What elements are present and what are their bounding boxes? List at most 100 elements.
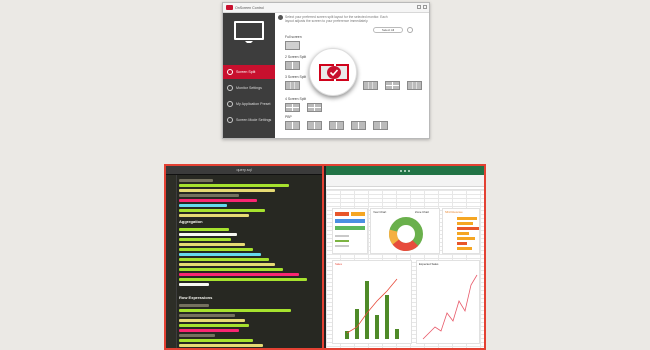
hbar	[457, 222, 473, 225]
filter-chip[interactable]	[351, 212, 365, 216]
monitor-icon	[234, 21, 264, 40]
split-icon	[227, 69, 233, 75]
editor-title: query.sql	[166, 166, 322, 175]
sidebar-item-label: My Application Preset	[236, 102, 271, 106]
hbar	[457, 237, 475, 240]
code-line	[179, 253, 261, 256]
code-line	[179, 214, 249, 217]
code-line	[179, 304, 209, 307]
code-editor-pane[interactable]: query.sql Aggregation Row Expressions	[166, 166, 324, 348]
code-line	[179, 204, 227, 207]
layout-pbp-a[interactable]	[285, 121, 300, 130]
title-bar: OnScreen Control	[223, 3, 429, 13]
filter-card	[332, 208, 368, 254]
filter-row	[335, 240, 349, 242]
filter-chip[interactable]	[335, 226, 365, 230]
sidebar-item-label: Screen Split	[236, 70, 256, 74]
code-line	[179, 273, 299, 276]
card-title-sku: SKU Revenue	[445, 210, 463, 214]
sku-card: SKU Revenue	[442, 208, 480, 254]
card-title-zone: Zone Chart	[415, 210, 429, 214]
donut-center-label: Rate	[402, 232, 409, 236]
code-line	[179, 238, 231, 241]
code-line	[179, 263, 275, 266]
layout-three-split-c[interactable]	[385, 81, 400, 90]
spreadsheet-ribbon[interactable]	[326, 175, 484, 187]
code-line	[179, 309, 291, 312]
card-title-year: Year Chart	[373, 210, 387, 214]
select-all-button[interactable]: Select All	[373, 27, 403, 33]
sales-chart-card: Sales	[332, 260, 412, 344]
editor-heading-row-expressions: Row Expressions	[179, 295, 213, 300]
info-text: Select your preferred screen split layou…	[285, 15, 388, 24]
hbar	[457, 232, 469, 235]
layout-four-split-a[interactable]	[285, 103, 300, 112]
editor-body[interactable]: Aggregation Row Expressions	[166, 175, 322, 348]
sidebar-item-screen-mode[interactable]: Screen Mode Settings	[223, 113, 275, 127]
sidebar: Screen Split Monitor Settings My Applica…	[223, 13, 275, 138]
layout-pbp-d[interactable]	[351, 121, 366, 130]
layout-pbp-c[interactable]	[329, 121, 344, 130]
code-line	[179, 339, 253, 342]
code-line	[179, 319, 245, 322]
layout-pbp-b[interactable]	[307, 121, 322, 130]
code-line	[179, 233, 237, 236]
layout-four-split-b[interactable]	[307, 103, 322, 112]
hbar	[457, 227, 479, 230]
layout-three-split-b[interactable]	[363, 81, 378, 90]
window-controls	[417, 5, 427, 9]
sidebar-item-monitor-settings[interactable]: Monitor Settings	[223, 81, 275, 95]
layout-two-split-a[interactable]	[285, 61, 300, 70]
layout-full[interactable]	[285, 41, 300, 50]
code-line	[179, 283, 209, 286]
code-line	[179, 278, 307, 281]
code-line	[179, 344, 263, 347]
section-full-screen: Full screen	[285, 35, 302, 39]
code-line	[179, 248, 253, 251]
sidebar-item-label: Screen Mode Settings	[236, 118, 272, 122]
preset-icon	[227, 101, 233, 107]
settings-icon	[227, 85, 233, 91]
editor-heading-aggregation: Aggregation	[179, 219, 203, 224]
filter-chip[interactable]	[335, 219, 365, 223]
code-line	[179, 189, 275, 192]
section-pbp: PBP	[285, 115, 292, 119]
code-line	[179, 194, 239, 197]
code-line	[179, 314, 235, 317]
line-gutter	[166, 175, 177, 348]
code-line	[179, 243, 245, 246]
sidebar-item-screen-split[interactable]: Screen Split	[223, 65, 275, 79]
magnifier-callout	[309, 48, 357, 96]
filter-row	[335, 235, 349, 237]
section-four-split: 4 Screen Split	[285, 97, 307, 101]
code-line	[179, 258, 269, 261]
spreadsheet-pane[interactable]: Year Chart Zone Chart Rate SKU Revenue S…	[326, 166, 484, 348]
info-icon	[278, 15, 283, 20]
hbar	[457, 217, 477, 220]
code-line	[179, 268, 283, 271]
code-line	[179, 184, 289, 187]
monitor-stand-icon	[245, 41, 253, 46]
code-line	[179, 329, 239, 332]
option-button[interactable]	[407, 27, 413, 33]
checkmark-icon	[327, 66, 341, 79]
layout-pbp-e[interactable]	[373, 121, 388, 130]
split-screen-preview: query.sql Aggregation Row Expressions Ye…	[164, 164, 486, 350]
lg-logo-icon	[226, 5, 233, 10]
filter-chip[interactable]	[335, 212, 349, 216]
layout-three-split-a[interactable]	[285, 81, 300, 90]
sidebar-item-label: Monitor Settings	[236, 86, 262, 90]
filter-row	[335, 245, 349, 247]
hbar	[457, 247, 472, 250]
minimize-icon[interactable]	[417, 5, 421, 9]
spreadsheet-grid[interactable]: Year Chart Zone Chart Rate SKU Revenue S…	[326, 190, 484, 348]
app-window: OnScreen Control Screen Split Monitor Se…	[222, 2, 430, 139]
sales-trend-line	[346, 278, 398, 334]
section-two-split: 2 Screen Split	[285, 55, 307, 59]
code-line	[179, 334, 215, 337]
close-icon[interactable]	[423, 5, 427, 9]
layout-three-split-d[interactable]	[407, 81, 422, 90]
donut-card: Year Chart Zone Chart Rate	[370, 208, 440, 254]
sidebar-item-app-preset[interactable]: My Application Preset	[223, 97, 275, 111]
code-line	[179, 209, 265, 212]
